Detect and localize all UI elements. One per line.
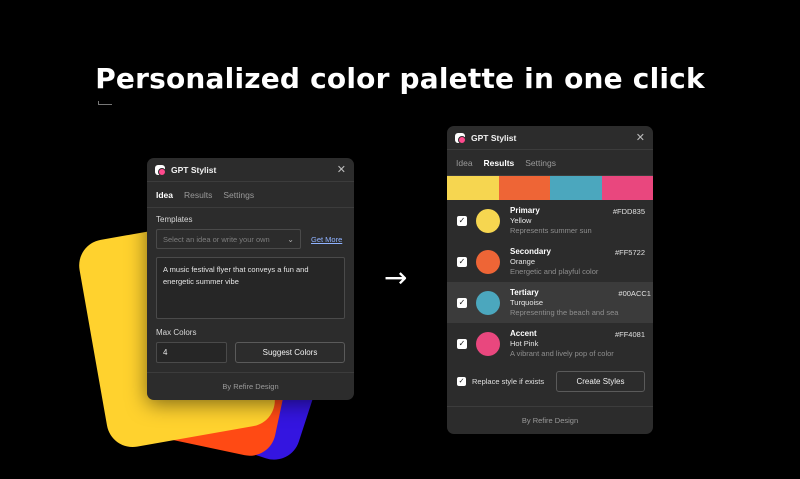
color-description: Represents summer sun — [510, 225, 592, 235]
footer-credit: By Refire Design — [447, 406, 653, 434]
color-swatch — [476, 290, 500, 315]
max-colors-label: Max Colors — [156, 328, 197, 337]
templates-select[interactable]: Select an idea or write your own ⌄ — [156, 229, 301, 249]
palette-swatch — [601, 176, 653, 200]
color-swatch — [476, 208, 500, 233]
tab-results[interactable]: Results — [484, 158, 515, 168]
hex-value: #FDD835 — [612, 207, 645, 216]
tab-settings[interactable]: Settings — [525, 158, 556, 168]
color-name: Orange — [510, 256, 536, 266]
plugin-window-results: GPT Stylist ✕ Idea Results Settings ✓ Pr… — [447, 126, 653, 434]
tab-bar: Idea Results Settings — [447, 150, 653, 176]
templates-placeholder: Select an idea or write your own — [163, 234, 270, 244]
hex-value: #FF5722 — [614, 248, 645, 257]
role-label: Primary — [510, 205, 540, 215]
color-description: A vibrant and lively pop of color — [510, 348, 614, 358]
app-title: GPT Stylist — [471, 132, 517, 143]
replace-style-label: Replace style if exists — [472, 376, 545, 386]
create-styles-button[interactable]: Create Styles — [556, 370, 645, 392]
color-description: Energetic and playful color — [510, 266, 599, 276]
palette-swatch — [550, 176, 602, 200]
hex-value: #00ACC1 — [618, 289, 651, 298]
tab-bar: Idea Results Settings — [147, 182, 354, 208]
arrow-right-icon: → — [384, 261, 408, 294]
app-logo-icon — [155, 164, 166, 176]
max-colors-input[interactable]: 4 — [156, 342, 227, 363]
corner-mark — [98, 101, 112, 105]
color-name: Hot Pink — [510, 338, 539, 348]
titlebar: GPT Stylist ✕ — [447, 126, 653, 150]
headline: Personalized color palette in one click — [95, 62, 705, 95]
results-list: ✓ Primary Yellow Represents summer sun #… — [447, 200, 653, 364]
role-label: Accent — [510, 328, 537, 338]
prompt-textarea[interactable]: A music festival flyer that conveys a fu… — [156, 257, 345, 319]
palette-strip — [447, 176, 653, 200]
color-name: Turquoise — [510, 297, 544, 307]
footer-credit: By Refire Design — [147, 372, 354, 400]
plugin-window-idea: GPT Stylist ✕ Idea Results Settings Temp… — [147, 158, 354, 400]
color-description: Representing the beach and sea — [510, 307, 619, 317]
tab-results[interactable]: Results — [184, 190, 212, 200]
palette-swatch — [498, 176, 550, 200]
app-title: GPT Stylist — [171, 164, 217, 175]
palette-swatch — [447, 176, 499, 200]
role-label: Tertiary — [510, 287, 539, 297]
suggest-colors-button[interactable]: Suggest Colors — [235, 342, 345, 363]
tab-idea[interactable]: Idea — [456, 158, 473, 168]
templates-label: Templates — [156, 215, 193, 224]
chevron-down-icon: ⌄ — [287, 234, 294, 244]
checkbox[interactable]: ✓ — [457, 256, 467, 267]
result-row-accent[interactable]: ✓ Accent Hot Pink A vibrant and lively p… — [447, 323, 653, 364]
tab-idea[interactable]: Idea — [156, 190, 173, 200]
checkbox[interactable]: ✓ — [457, 338, 467, 349]
role-label: Secondary — [510, 246, 551, 256]
checkbox[interactable]: ✓ — [457, 215, 467, 226]
color-swatch — [476, 249, 500, 274]
actions-row: ✓ Replace style if exists Create Styles — [447, 370, 653, 392]
result-row-tertiary[interactable]: ✓ Tertiary Turquoise Representing the be… — [447, 282, 653, 323]
tab-settings[interactable]: Settings — [223, 190, 254, 200]
close-icon[interactable]: ✕ — [337, 163, 346, 176]
hex-value: #FF4081 — [614, 330, 645, 339]
color-swatch — [476, 331, 500, 356]
close-icon[interactable]: ✕ — [636, 131, 645, 144]
titlebar: GPT Stylist ✕ — [147, 158, 354, 182]
app-logo-icon — [455, 132, 466, 144]
get-more-link[interactable]: Get More — [311, 235, 342, 244]
result-row-secondary[interactable]: ✓ Secondary Orange Energetic and playful… — [447, 241, 653, 282]
replace-style-checkbox[interactable]: ✓ — [457, 376, 466, 386]
checkbox[interactable]: ✓ — [457, 297, 467, 308]
color-name: Yellow — [510, 215, 532, 225]
result-row-primary[interactable]: ✓ Primary Yellow Represents summer sun #… — [447, 200, 653, 241]
idea-form: Templates Select an idea or write your o… — [147, 208, 354, 363]
